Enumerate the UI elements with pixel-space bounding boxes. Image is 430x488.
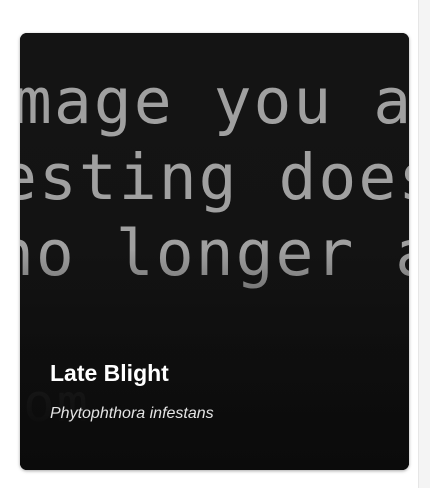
image-text-line: image you are — [20, 67, 409, 137]
disease-card[interactable]: image you are esting does no no longer a… — [20, 33, 409, 470]
card-title: Late Blight — [50, 360, 169, 386]
card-subtitle: Phytophthora infestans — [50, 405, 214, 422]
page: image you are esting does no no longer a… — [0, 0, 430, 488]
scrollbar[interactable] — [418, 0, 430, 488]
image-text-line: esting does no — [20, 143, 409, 213]
